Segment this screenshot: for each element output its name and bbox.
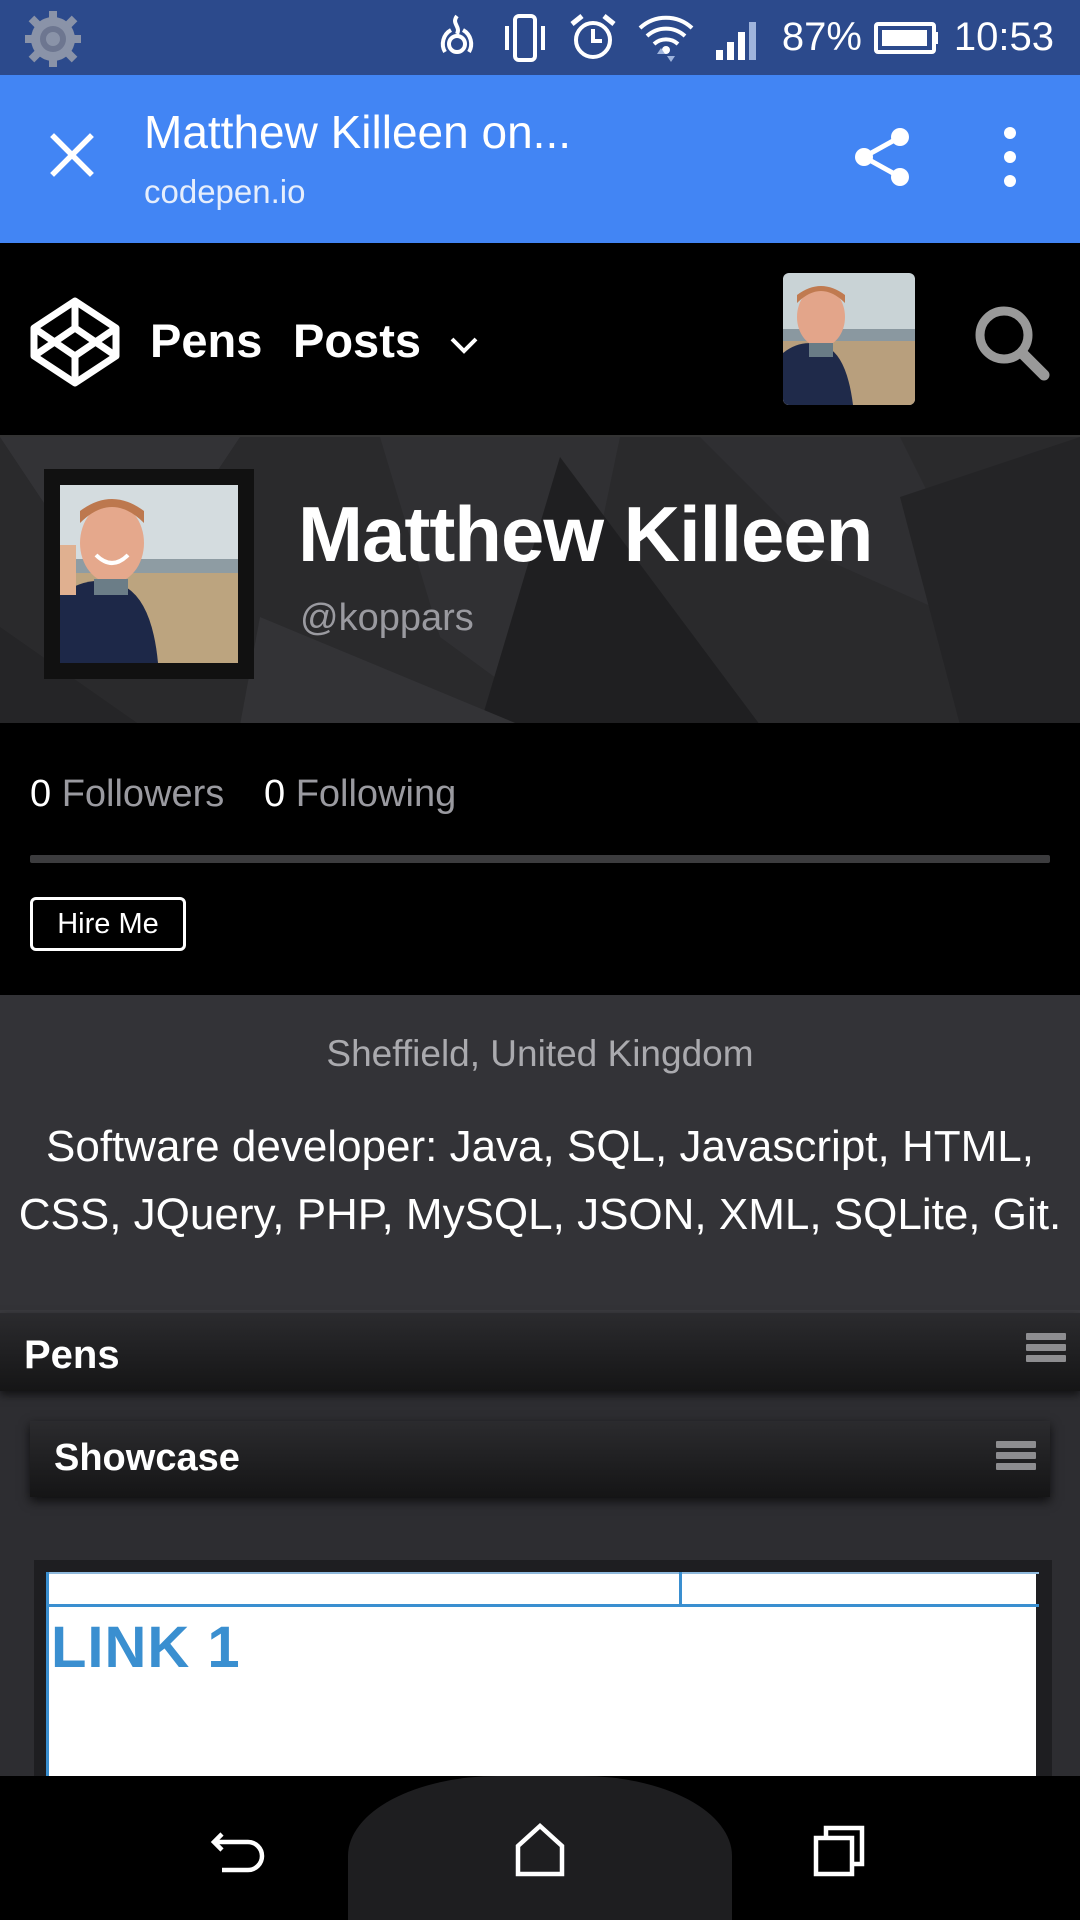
bio-line: CSS, JQuery, PHP, MySQL, JSON, XML, SQLi… [18,1190,1062,1239]
wifi-icon [636,10,696,66]
followers-count: 0 [30,773,52,815]
preview-link[interactable]: LINK 1 [51,1614,241,1681]
profile-banner: Matthew Killeen @koppars [0,435,1080,723]
system-nav-bar [0,1776,1080,1920]
battery-icon [873,10,940,66]
nav-pens-link[interactable]: Pens [150,313,262,368]
nav-posts-link[interactable]: Posts [293,313,421,368]
preview-divider [679,1572,682,1607]
showcase-menu-icon[interactable] [996,1441,1036,1479]
alarm-icon [568,10,618,66]
hire-me-button[interactable]: Hire Me [30,897,186,951]
status-bar: 87% 10:53 [0,0,1080,75]
profile-avatar[interactable] [60,485,238,663]
followers-stat[interactable]: 0 Followers [30,773,224,816]
back-icon[interactable] [208,1822,272,1878]
profile-handle: @koppars [300,597,474,639]
pens-section-title: Pens [24,1333,120,1377]
bio-line: Software developer: Java, SQL, Javascrip… [46,1122,1034,1171]
settings-gear-icon [25,11,81,67]
followers-label: Followers [61,773,225,815]
close-icon[interactable] [44,127,100,183]
profile-location: Sheffield, United Kingdom [326,1033,754,1074]
hotspot-icon [432,10,482,66]
clock: 10:53 [953,15,1054,59]
showcase-title: Showcase [54,1437,240,1479]
profile-avatar-frame [44,469,254,679]
codepen-header: Pens Posts [0,243,1080,435]
custom-tab-toolbar: Matthew Killeen on... codepen.io [0,75,1080,243]
chevron-down-icon[interactable] [446,331,482,359]
battery-percent: 87% [781,15,862,59]
preview-border [49,1572,1039,1574]
home-icon[interactable] [508,1822,572,1878]
user-avatar[interactable] [783,273,915,405]
share-icon[interactable] [850,125,914,189]
pen-preview-card[interactable]: LINK 1 [34,1560,1052,1780]
following-count: 0 [264,773,286,815]
pens-menu-icon[interactable] [1026,1333,1066,1371]
profile-about: Sheffield, United Kingdom Software devel… [0,995,1080,1310]
codepen-logo-icon[interactable] [28,295,122,389]
pens-section: Pens Showcase LINK 1 [0,1310,1080,1780]
pen-preview: LINK 1 [46,1572,1039,1780]
following-stat[interactable]: 0 Following [264,773,456,816]
profile-bio: Software developer: Java, SQL, Javascrip… [0,1113,1080,1249]
more-options-icon[interactable] [990,123,1030,191]
preview-divider [49,1604,1039,1607]
pens-section-header: Pens [0,1313,1080,1391]
following-label: Following [295,773,457,815]
page-title: Matthew Killeen on... [144,106,572,158]
recents-icon[interactable] [808,1822,872,1878]
page-url: codepen.io [144,173,306,210]
vibrate-icon [500,10,550,66]
profile-name: Matthew Killeen [298,490,873,578]
showcase-header: Showcase [30,1421,1050,1497]
search-icon[interactable] [972,303,1052,383]
stats-divider [30,855,1050,863]
profile-stats: 0 Followers 0 Following Hire Me [0,723,1080,995]
signal-icon [714,10,764,66]
